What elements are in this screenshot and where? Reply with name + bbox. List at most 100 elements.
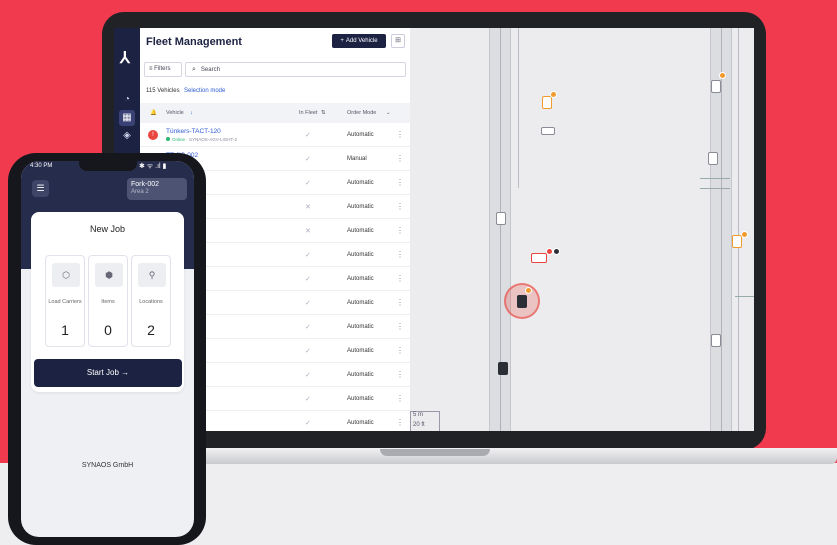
sort-arrow-icon[interactable]: ↓ — [190, 110, 193, 116]
column-vehicle[interactable]: Vehicle — [166, 110, 184, 116]
kebab-menu-icon[interactable]: ⋮ — [396, 322, 404, 331]
order-mode: Automatic — [347, 372, 374, 378]
kebab-menu-icon[interactable]: ⋮ — [396, 250, 404, 259]
search-input[interactable]: ⌕ Search — [185, 62, 406, 77]
sort-icon[interactable]: ⇅ — [321, 110, 326, 116]
job-title: New Job — [89, 224, 125, 234]
in-fleet-icon: ✓ — [305, 420, 311, 427]
vehicle-marker[interactable] — [542, 96, 552, 109]
map-view[interactable]: 5 m 20 ft — [410, 28, 754, 431]
vehicle-marker[interactable] — [498, 362, 508, 375]
vehicle-area: Area 2 — [131, 189, 149, 195]
stat-value: 0 — [104, 322, 112, 338]
vehicle-name: Fork-002 — [131, 181, 160, 188]
nav-map-icon[interactable]: ▦ — [119, 110, 135, 126]
load-carrier-icon: ⬡ — [52, 263, 80, 287]
kebab-menu-icon[interactable]: ⋮ — [396, 274, 404, 283]
vehicle-subtitle: Online · SYNAOS-AGV-LIGHT-2 — [166, 137, 237, 142]
stat-load-carriers[interactable]: ⬡ Load Carriers 1 — [45, 255, 85, 347]
order-mode: Automatic — [347, 396, 374, 402]
stat-value: 2 — [147, 322, 155, 338]
vehicle-marker[interactable] — [708, 152, 718, 165]
kebab-menu-icon[interactable]: ⋮ — [396, 226, 404, 235]
vehicle-marker[interactable] — [732, 235, 742, 248]
stat-label: Load Carriers — [48, 299, 82, 305]
items-icon: ⬢ — [95, 263, 123, 287]
order-mode: Automatic — [347, 204, 374, 210]
warning-badge-icon — [550, 91, 557, 98]
kebab-menu-icon[interactable]: ⋮ — [396, 346, 404, 355]
warning-badge-icon — [741, 231, 748, 238]
vehicle-marker[interactable] — [496, 212, 506, 225]
vehicle-marker-selected[interactable] — [517, 295, 527, 308]
page-title: Fleet Management — [146, 36, 242, 48]
locations-icon: ⚲ — [138, 263, 166, 287]
scale-feet: 20 ft — [410, 422, 440, 431]
map-rail — [700, 178, 730, 179]
map-rail — [700, 188, 730, 189]
grid-icon[interactable]: ⊞ — [391, 34, 405, 48]
table-header: 🔔 Vehicle ↓ In Fleet ⇅ Order Mode ⌄ — [140, 103, 410, 123]
column-in-fleet[interactable]: In Fleet — [299, 110, 317, 116]
vehicle-count: 115 Vehicles — [146, 88, 180, 94]
filters-label: Filters — [154, 66, 171, 72]
warning-badge-icon — [525, 287, 532, 294]
kebab-menu-icon[interactable]: ⋮ — [396, 178, 404, 187]
order-mode: Automatic — [347, 228, 374, 234]
order-mode: Automatic — [347, 276, 374, 282]
map-rail — [518, 28, 519, 188]
in-fleet-icon: ✓ — [305, 396, 311, 403]
start-job-button[interactable]: Start Job → — [34, 359, 182, 387]
map-scale: 5 m 20 ft — [410, 411, 440, 431]
kebab-menu-icon[interactable]: ⋮ — [396, 154, 404, 163]
kebab-menu-icon[interactable]: ⋮ — [396, 298, 404, 307]
company-footer: SYNAOS GmbH — [81, 462, 134, 469]
stat-value: 1 — [61, 322, 69, 338]
laptop-base — [160, 448, 837, 464]
filters-button[interactable]: ≡ Filters — [144, 62, 182, 77]
selection-mode-link[interactable]: Selection mode — [184, 88, 225, 94]
kebab-menu-icon[interactable]: ⋮ — [396, 202, 404, 211]
in-fleet-icon: ✕ — [305, 228, 311, 235]
in-fleet-icon: ✓ — [305, 324, 311, 331]
laptop-screen: ⅄ ◔ ▦ ◈ Fleet Management + Add Vehicle ⊞ … — [114, 28, 754, 431]
vehicle-name[interactable]: Tünkers-TACT-120 — [166, 128, 221, 135]
kebab-menu-icon[interactable]: ⋮ — [396, 418, 404, 427]
stat-items[interactable]: ⬢ Items 0 — [88, 255, 128, 347]
scale-meters: 5 m — [410, 412, 440, 422]
vehicle-marker[interactable] — [541, 127, 555, 135]
vehicle-selector[interactable]: Fork-002 Area 2 — [127, 178, 187, 200]
bell-icon[interactable]: 🔔 — [150, 110, 157, 116]
laptop-base-notch — [380, 449, 490, 456]
in-fleet-icon: ✓ — [305, 372, 311, 379]
error-badge-icon — [546, 248, 553, 255]
vehicle-marker[interactable] — [711, 80, 721, 93]
kebab-menu-icon[interactable]: ⋮ — [396, 370, 404, 379]
nav-dashboard-icon[interactable]: ◔ — [119, 92, 135, 108]
stat-locations[interactable]: ⚲ Locations 2 — [131, 255, 171, 347]
order-mode: Automatic — [347, 348, 374, 354]
column-order-mode[interactable]: Order Mode — [347, 110, 376, 116]
menu-icon[interactable]: ☰ — [32, 180, 49, 197]
order-mode: Automatic — [347, 180, 374, 186]
kebab-menu-icon[interactable]: ⋮ — [396, 130, 404, 139]
add-vehicle-button[interactable]: + Add Vehicle — [332, 34, 386, 48]
kebab-menu-icon[interactable]: ⋮ — [396, 394, 404, 403]
vehicle-marker-error[interactable] — [531, 253, 547, 263]
sort-chevron-icon[interactable]: ⌄ — [386, 110, 391, 116]
order-mode: Automatic — [347, 132, 374, 138]
vehicle-marker[interactable] — [711, 334, 721, 347]
search-icon: ⌕ — [192, 66, 196, 73]
nav-layers-icon[interactable]: ◈ — [119, 128, 135, 144]
in-fleet-icon: ✓ — [305, 252, 311, 259]
search-placeholder: Search — [200, 67, 220, 73]
online-dot-icon — [166, 137, 170, 141]
warning-badge-icon — [719, 72, 726, 79]
synaos-logo-icon: ⅄ — [120, 50, 130, 67]
stat-label: Items — [101, 299, 115, 305]
in-fleet-icon: ✓ — [305, 180, 311, 187]
table-row[interactable]: ! Tünkers-TACT-120 Online · SYNAOS-AGV-LIG… — [140, 123, 410, 147]
order-mode: Automatic — [347, 420, 374, 426]
status-time: 4:30 PM — [30, 163, 53, 169]
phone-notch — [79, 161, 137, 171]
